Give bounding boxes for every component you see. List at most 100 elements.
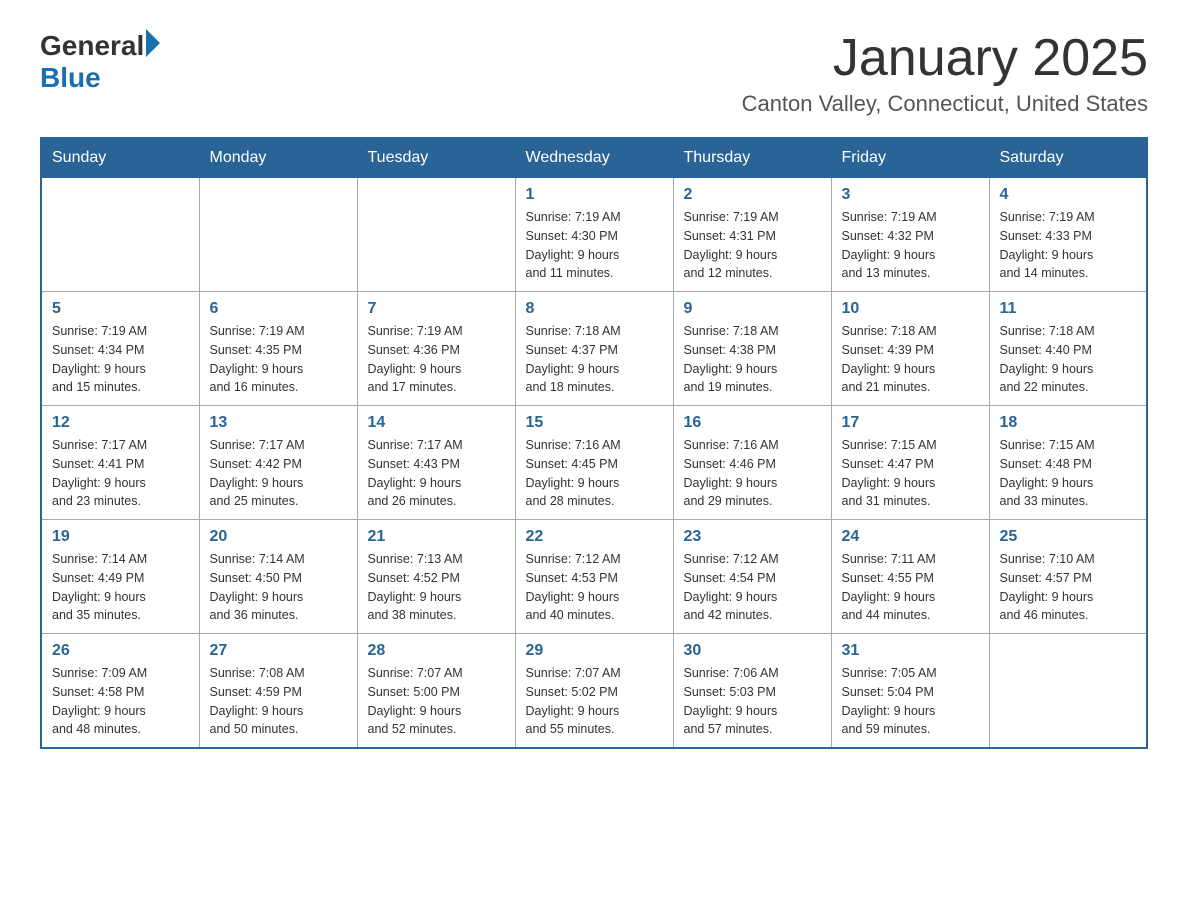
calendar-cell: 14 Sunrise: 7:17 AM Sunset: 4:43 PM Dayli… [357, 406, 515, 520]
day-number: 31 [842, 642, 979, 660]
day-number: 23 [684, 528, 821, 546]
day-info: Sunrise: 7:19 AM Sunset: 4:36 PM Dayligh… [368, 322, 505, 397]
day-info: Sunrise: 7:19 AM Sunset: 4:32 PM Dayligh… [842, 208, 979, 283]
day-info: Sunrise: 7:19 AM Sunset: 4:30 PM Dayligh… [526, 208, 663, 283]
day-number: 5 [52, 300, 189, 318]
day-info: Sunrise: 7:16 AM Sunset: 4:46 PM Dayligh… [684, 436, 821, 511]
day-number: 25 [1000, 528, 1137, 546]
day-info: Sunrise: 7:18 AM Sunset: 4:37 PM Dayligh… [526, 322, 663, 397]
calendar-cell: 28Sunrise: 7:07 AM Sunset: 5:00 PM Dayli… [357, 634, 515, 749]
calendar-cell: 10 Sunrise: 7:18 AM Sunset: 4:39 PM Dayli… [831, 292, 989, 406]
logo: General Blue [40, 30, 160, 94]
day-number: 7 [368, 300, 505, 318]
day-number: 11 [1000, 300, 1137, 318]
day-info: Sunrise: 7:07 AM Sunset: 5:02 PM Dayligh… [526, 664, 663, 739]
day-number: 22 [526, 528, 663, 546]
day-info: Sunrise: 7:07 AM Sunset: 5:00 PM Dayligh… [368, 664, 505, 739]
calendar-week-row: 12Sunrise: 7:17 AM Sunset: 4:41 PM Dayli… [41, 406, 1147, 520]
day-number: 27 [210, 642, 347, 660]
calendar-cell: 26 Sunrise: 7:09 AM Sunset: 4:58 PM Dayli… [41, 634, 199, 749]
day-number: 17 [842, 414, 979, 432]
calendar-cell: 8 Sunrise: 7:18 AM Sunset: 4:37 PM Daylig… [515, 292, 673, 406]
day-info: Sunrise: 7:09 AM Sunset: 4:58 PM Dayligh… [52, 664, 189, 739]
weekday-header-monday: Monday [199, 138, 357, 178]
day-info: Sunrise: 7:19 AM Sunset: 4:34 PM Dayligh… [52, 322, 189, 397]
day-number: 26 [52, 642, 189, 660]
day-info: Sunrise: 7:17 AM Sunset: 4:43 PM Dayligh… [368, 436, 505, 511]
calendar-week-row: 26 Sunrise: 7:09 AM Sunset: 4:58 PM Dayli… [41, 634, 1147, 749]
day-info: Sunrise: 7:17 AM Sunset: 4:41 PM Dayligh… [52, 436, 189, 511]
weekday-header-friday: Friday [831, 138, 989, 178]
day-number: 3 [842, 186, 979, 204]
calendar-cell: 2Sunrise: 7:19 AM Sunset: 4:31 PM Daylig… [673, 178, 831, 292]
day-info: Sunrise: 7:18 AM Sunset: 4:39 PM Dayligh… [842, 322, 979, 397]
day-info: Sunrise: 7:19 AM Sunset: 4:31 PM Dayligh… [684, 208, 821, 283]
day-info: Sunrise: 7:18 AM Sunset: 4:40 PM Dayligh… [1000, 322, 1137, 397]
day-number: 15 [526, 414, 663, 432]
calendar-cell: 19 Sunrise: 7:14 AM Sunset: 4:49 PM Dayli… [41, 520, 199, 634]
weekday-header-thursday: Thursday [673, 138, 831, 178]
logo-blue-text: Blue [40, 62, 160, 94]
calendar-cell: 21Sunrise: 7:13 AM Sunset: 4:52 PM Dayli… [357, 520, 515, 634]
day-number: 19 [52, 528, 189, 546]
day-info: Sunrise: 7:06 AM Sunset: 5:03 PM Dayligh… [684, 664, 821, 739]
day-number: 20 [210, 528, 347, 546]
calendar-cell: 30 Sunrise: 7:06 AM Sunset: 5:03 PM Dayli… [673, 634, 831, 749]
calendar-cell: 6Sunrise: 7:19 AM Sunset: 4:35 PM Daylig… [199, 292, 357, 406]
day-number: 10 [842, 300, 979, 318]
day-number: 16 [684, 414, 821, 432]
day-number: 6 [210, 300, 347, 318]
calendar-cell [989, 634, 1147, 749]
calendar-cell: 9 Sunrise: 7:18 AM Sunset: 4:38 PM Daylig… [673, 292, 831, 406]
day-number: 14 [368, 414, 505, 432]
calendar-cell: 4Sunrise: 7:19 AM Sunset: 4:33 PM Daylig… [989, 178, 1147, 292]
calendar-week-row: 1 Sunrise: 7:19 AM Sunset: 4:30 PM Daylig… [41, 178, 1147, 292]
day-number: 8 [526, 300, 663, 318]
calendar-cell: 3 Sunrise: 7:19 AM Sunset: 4:32 PM Daylig… [831, 178, 989, 292]
day-number: 1 [526, 186, 663, 204]
weekday-header-wednesday: Wednesday [515, 138, 673, 178]
day-info: Sunrise: 7:14 AM Sunset: 4:50 PM Dayligh… [210, 550, 347, 625]
day-number: 24 [842, 528, 979, 546]
calendar-cell: 1 Sunrise: 7:19 AM Sunset: 4:30 PM Daylig… [515, 178, 673, 292]
calendar-subtitle: Canton Valley, Connecticut, United State… [742, 91, 1148, 117]
title-section: January 2025 Canton Valley, Connecticut,… [742, 30, 1148, 117]
day-info: Sunrise: 7:13 AM Sunset: 4:52 PM Dayligh… [368, 550, 505, 625]
day-number: 9 [684, 300, 821, 318]
calendar-cell: 12Sunrise: 7:17 AM Sunset: 4:41 PM Dayli… [41, 406, 199, 520]
calendar-cell [199, 178, 357, 292]
calendar-cell: 18Sunrise: 7:15 AM Sunset: 4:48 PM Dayli… [989, 406, 1147, 520]
day-info: Sunrise: 7:14 AM Sunset: 4:49 PM Dayligh… [52, 550, 189, 625]
day-number: 30 [684, 642, 821, 660]
calendar-cell: 23 Sunrise: 7:12 AM Sunset: 4:54 PM Dayli… [673, 520, 831, 634]
calendar-cell: 29Sunrise: 7:07 AM Sunset: 5:02 PM Dayli… [515, 634, 673, 749]
day-info: Sunrise: 7:11 AM Sunset: 4:55 PM Dayligh… [842, 550, 979, 625]
calendar-cell: 7 Sunrise: 7:19 AM Sunset: 4:36 PM Daylig… [357, 292, 515, 406]
calendar-cell: 13Sunrise: 7:17 AM Sunset: 4:42 PM Dayli… [199, 406, 357, 520]
logo-triangle-icon [146, 29, 160, 57]
day-info: Sunrise: 7:18 AM Sunset: 4:38 PM Dayligh… [684, 322, 821, 397]
day-info: Sunrise: 7:15 AM Sunset: 4:47 PM Dayligh… [842, 436, 979, 511]
calendar-cell: 5 Sunrise: 7:19 AM Sunset: 4:34 PM Daylig… [41, 292, 199, 406]
calendar-cell: 31 Sunrise: 7:05 AM Sunset: 5:04 PM Dayli… [831, 634, 989, 749]
calendar-cell: 17 Sunrise: 7:15 AM Sunset: 4:47 PM Dayli… [831, 406, 989, 520]
calendar-cell: 16 Sunrise: 7:16 AM Sunset: 4:46 PM Dayli… [673, 406, 831, 520]
calendar-table: SundayMondayTuesdayWednesdayThursdayFrid… [40, 137, 1148, 749]
weekday-header-saturday: Saturday [989, 138, 1147, 178]
day-info: Sunrise: 7:05 AM Sunset: 5:04 PM Dayligh… [842, 664, 979, 739]
weekday-header-tuesday: Tuesday [357, 138, 515, 178]
calendar-title: January 2025 [742, 30, 1148, 87]
day-number: 4 [1000, 186, 1137, 204]
calendar-cell: 24 Sunrise: 7:11 AM Sunset: 4:55 PM Dayli… [831, 520, 989, 634]
calendar-week-row: 5 Sunrise: 7:19 AM Sunset: 4:34 PM Daylig… [41, 292, 1147, 406]
day-info: Sunrise: 7:16 AM Sunset: 4:45 PM Dayligh… [526, 436, 663, 511]
day-info: Sunrise: 7:17 AM Sunset: 4:42 PM Dayligh… [210, 436, 347, 511]
calendar-week-row: 19 Sunrise: 7:14 AM Sunset: 4:49 PM Dayli… [41, 520, 1147, 634]
day-info: Sunrise: 7:15 AM Sunset: 4:48 PM Dayligh… [1000, 436, 1137, 511]
calendar-cell: 25Sunrise: 7:10 AM Sunset: 4:57 PM Dayli… [989, 520, 1147, 634]
logo-general-text: General [40, 30, 144, 62]
day-info: Sunrise: 7:08 AM Sunset: 4:59 PM Dayligh… [210, 664, 347, 739]
day-info: Sunrise: 7:12 AM Sunset: 4:54 PM Dayligh… [684, 550, 821, 625]
calendar-cell: 15 Sunrise: 7:16 AM Sunset: 4:45 PM Dayli… [515, 406, 673, 520]
calendar-cell: 11 Sunrise: 7:18 AM Sunset: 4:40 PM Dayli… [989, 292, 1147, 406]
